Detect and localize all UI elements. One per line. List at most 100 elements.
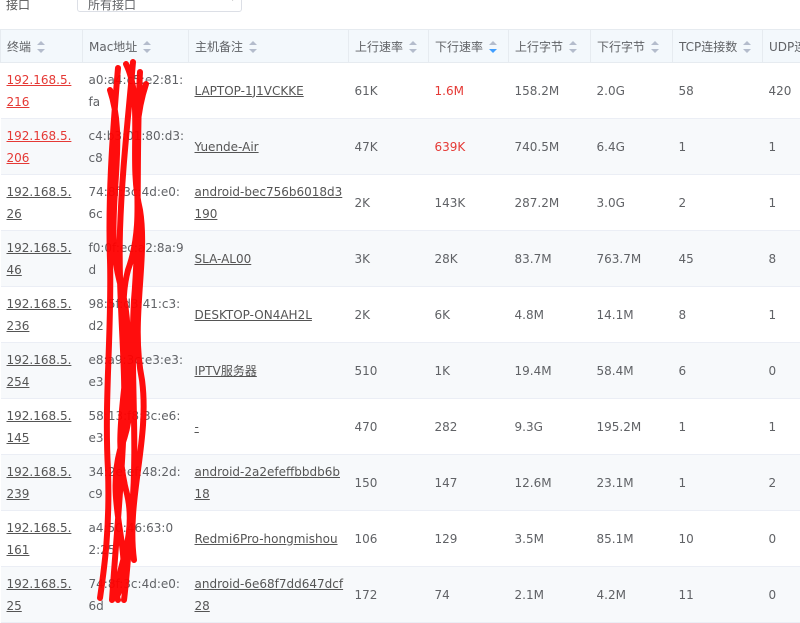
terminal-ip-link[interactable]: 192.168.5.216 [7,73,72,109]
column-header-down_rate[interactable]: 下行速率 [429,30,509,63]
cell-host: LAPTOP-1J1VCKKE [189,63,349,119]
host-note-link[interactable]: - [195,420,199,434]
terminal-ip-link[interactable]: 192.168.5.236 [7,297,72,333]
table-row: 192.168.5.2574:8f:3c:4d:e0:6dandroid-6e6… [1,567,800,623]
sort-caret-icon[interactable] [489,41,497,53]
cell-tcp: 6 [673,343,763,399]
cell-ip: 192.168.5.236 [1,287,83,343]
sort-caret-icon[interactable] [409,41,417,53]
sort-ascending-icon[interactable] [651,41,659,45]
column-header-udp[interactable]: UDP连 [763,30,800,63]
cell-host: android-2a2efeffbbdb6b18 [189,455,349,511]
host-note-link[interactable]: android-6e68f7dd647dcf28 [195,577,344,613]
column-header-ip[interactable]: 终端 [1,30,83,63]
terminal-ip-link[interactable]: 192.168.5.145 [7,409,72,445]
cell-udp: 0 [763,511,800,567]
cell-up_bytes: 12.6M [509,455,591,511]
cell-down_rate: 639K [429,119,509,175]
column-header-mac[interactable]: Mac地址 [83,30,189,63]
host-note-link[interactable]: LAPTOP-1J1VCKKE [195,84,304,98]
column-header-up_rate[interactable]: 上行速率 [349,30,429,63]
cell-up_rate: 150 [349,455,429,511]
sort-descending-icon[interactable] [409,49,417,53]
table-row: 192.168.5.23934:2e:ef:48:2d:c9android-2a… [1,455,800,511]
column-header-label: 下行速率 [435,40,483,54]
terminal-ip-link[interactable]: 192.168.5.46 [7,241,72,277]
sort-caret-icon[interactable] [569,41,577,53]
sort-ascending-icon[interactable] [37,41,45,45]
sort-caret-icon[interactable] [743,41,751,53]
cell-down_rate: 147 [429,455,509,511]
host-note-link[interactable]: android-bec756b6018d3190 [195,185,343,221]
interface-select[interactable]: 所有接口 ▾ [77,0,242,12]
sort-caret-icon[interactable] [249,41,257,53]
cell-udp: 1 [763,175,800,231]
table-row: 192.168.5.161 a4:50:46:63:02:25 Redmi6Pro-… [1,511,800,567]
cell-down_bytes: 195.2M [591,399,673,455]
cell-udp: 0 [763,343,800,399]
terminal-ip-link[interactable]: 192.168.5.239 [7,465,72,501]
host-note-link[interactable]: Redmi6Pro-hongmishou [195,532,338,546]
cell-up_rate: 470 [349,399,429,455]
sort-descending-icon[interactable] [249,49,257,53]
column-header-down_bytes[interactable]: 下行字节 [591,30,673,63]
cell-down_bytes: 763.7M [591,231,673,287]
sort-caret-icon[interactable] [651,41,659,53]
sort-ascending-icon[interactable] [409,41,417,45]
cell-down_rate: 1K [429,343,509,399]
host-note-link[interactable]: Yuende-Air [195,140,259,154]
terminal-ip-link[interactable]: 192.168.5.254 [7,353,72,389]
terminal-ip-link[interactable]: 192.168.5.206 [7,129,72,165]
cell-host: Yuende-Air [189,119,349,175]
column-header-tcp[interactable]: TCP连接数 [673,30,763,63]
sort-ascending-icon[interactable] [743,41,751,45]
cell-down_bytes: 2.0G [591,63,673,119]
cell-down_rate: 282 [429,399,509,455]
cell-ip: 192.168.5.206 [1,119,83,175]
cell-udp: 1 [763,287,800,343]
cell-up_rate: 172 [349,567,429,623]
cell-down_rate: 1.6M [429,63,509,119]
sort-descending-icon[interactable] [37,49,45,53]
terminal-ip-link[interactable]: 192.168.5.25 [7,577,72,613]
sort-descending-icon[interactable] [569,49,577,53]
sort-ascending-icon[interactable] [249,41,257,45]
cell-mac: a0:a4:c5:e2:81:fa [83,63,189,119]
cell-ip: 192.168.5.46 [1,231,83,287]
cell-up_rate: 3K [349,231,429,287]
cell-up_bytes: 83.7M [509,231,591,287]
host-note-link[interactable]: SLA-AL00 [195,252,252,266]
cell-ip: 192.168.5.216 [1,63,83,119]
sort-caret-icon[interactable] [143,41,151,53]
sort-ascending-icon[interactable] [569,41,577,45]
column-header-label: 主机备注 [195,40,243,54]
terminal-ip-link[interactable]: 192.168.5.26 [7,185,72,221]
terminal-ip-link[interactable]: 192.168.5.161 [7,521,72,557]
column-header-host[interactable]: 主机备注 [189,30,349,63]
cell-down_bytes: 58.4M [591,343,673,399]
sort-caret-icon[interactable] [37,41,45,53]
cell-host: DESKTOP-ON4AH2L [189,287,349,343]
sort-descending-icon[interactable] [651,49,659,53]
host-note-link[interactable]: android-2a2efeffbbdb6b18 [195,465,340,501]
cell-up_bytes: 158.2M [509,63,591,119]
host-note-link[interactable]: IPTV服务器 [195,364,257,378]
table-row: 192.168.5.206c4:b3:01:80:d3:c8Yuende-Air… [1,119,800,175]
sort-descending-icon[interactable] [489,49,497,53]
interface-filter-label: 接口 [6,0,30,13]
cell-down_rate: 143K [429,175,509,231]
sort-descending-icon[interactable] [743,49,751,53]
sort-descending-icon[interactable] [143,49,151,53]
sort-ascending-icon[interactable] [489,41,497,45]
column-header-label: 上行速率 [355,40,403,54]
cell-up_bytes: 2.1M [509,567,591,623]
cell-down_rate: 6K [429,287,509,343]
sort-ascending-icon[interactable] [143,41,151,45]
cell-mac: a4:50:46:63:02:25 [83,511,189,567]
host-note-link[interactable]: DESKTOP-ON4AH2L [195,308,312,322]
cell-host: android-6e68f7dd647dcf28 [189,567,349,623]
cell-down_bytes: 23.1M [591,455,673,511]
column-header-up_bytes[interactable]: 上行字节 [509,30,591,63]
table-header-row: 终端Mac地址主机备注 上行速率 下行速率 上行字节 下行字节TCP连接数UDP连 [1,30,800,63]
column-header-label: 上行字节 [515,40,563,54]
